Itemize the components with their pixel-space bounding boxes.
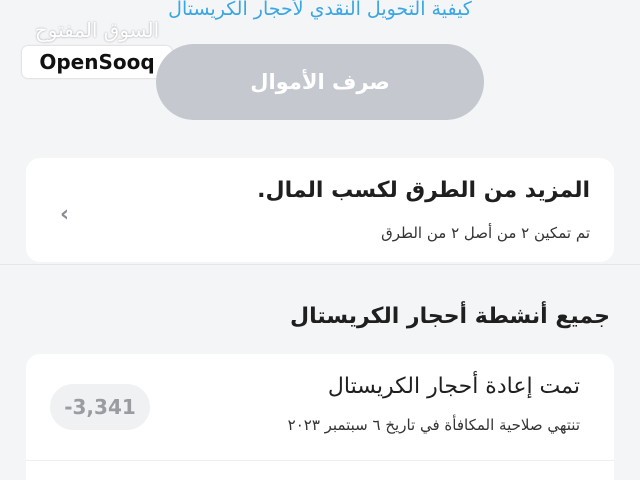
more-ways-title: المزيد من الطرق لكسب المال. bbox=[257, 178, 590, 203]
row-divider bbox=[26, 460, 614, 461]
watermark-arabic: السوق المفتوح bbox=[34, 18, 160, 42]
exchange-money-button[interactable]: صرف الأموال bbox=[156, 44, 484, 120]
opensooq-watermark: السوق المفتوح OpenSooq bbox=[22, 18, 172, 78]
more-ways-card[interactable]: المزيد من الطرق لكسب المال. تم تمكين ٢ م… bbox=[26, 158, 614, 262]
activity-amount-badge: -3,341 bbox=[50, 384, 150, 430]
watermark-logo: OpenSooq bbox=[22, 46, 172, 78]
activity-list: تمت إعادة أحجار الكريستال تنتهي صلاحية ا… bbox=[26, 354, 614, 480]
activity-subtitle: تنتهي صلاحية المكافأة في تاريخ ٦ سبتمبر … bbox=[287, 416, 580, 434]
activities-section-title: جميع أنشطة أحجار الكريستال bbox=[290, 304, 610, 329]
activity-title: تمت إعادة أحجار الكريستال bbox=[327, 374, 580, 399]
section-divider bbox=[0, 264, 640, 265]
chevron-left-icon: ‹ bbox=[60, 202, 70, 227]
how-to-cash-link[interactable]: كيفية التحويل النقدي لأحجار الكريستال bbox=[120, 0, 520, 20]
more-ways-subtitle: تم تمكين ٢ من أصل ٢ من الطرق bbox=[381, 224, 590, 242]
